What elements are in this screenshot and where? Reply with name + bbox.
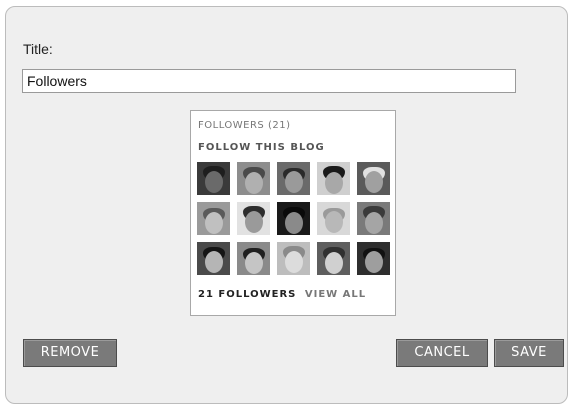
avatar-face [204, 251, 223, 273]
avatar-face [244, 252, 263, 274]
title-input[interactable] [22, 69, 516, 93]
avatar-face [284, 251, 303, 273]
followers-widget-preview: FOLLOWERS (21) FOLLOW THIS BLOG 21 FOLLO… [190, 110, 396, 316]
avatar-face [284, 171, 303, 193]
avatar-face [244, 211, 263, 233]
follower-avatar[interactable] [237, 162, 270, 195]
follower-avatar[interactable] [357, 242, 390, 275]
avatar-face [364, 171, 383, 193]
avatar-face [324, 252, 343, 274]
avatar-face [364, 212, 383, 234]
avatar-face [244, 172, 263, 194]
followers-count: 21 FOLLOWERS [198, 289, 297, 300]
remove-button[interactable]: REMOVE [23, 339, 117, 367]
view-all-link[interactable]: VIEW ALL [305, 289, 366, 300]
follower-avatar[interactable] [197, 202, 230, 235]
avatar-face [324, 211, 343, 233]
follower-avatar[interactable] [237, 202, 270, 235]
widget-config-dialog: Title: FOLLOWERS (21) FOLLOW THIS BLOG 2… [5, 6, 568, 404]
avatar-face [284, 212, 303, 234]
title-label: Title: [23, 41, 53, 57]
follower-avatar[interactable] [277, 242, 310, 275]
followers-footer: 21 FOLLOWERS VIEW ALL [198, 289, 366, 300]
follow-this-blog-link[interactable]: FOLLOW THIS BLOG [198, 142, 325, 153]
follower-avatar-grid [197, 162, 390, 275]
save-button[interactable]: SAVE [494, 339, 564, 367]
follower-avatar[interactable] [317, 202, 350, 235]
follower-avatar[interactable] [277, 202, 310, 235]
follower-avatar[interactable] [357, 162, 390, 195]
avatar-face [364, 251, 383, 273]
follower-avatar[interactable] [277, 162, 310, 195]
avatar-face [324, 172, 343, 194]
cancel-button[interactable]: CANCEL [396, 339, 488, 367]
follower-avatar[interactable] [237, 242, 270, 275]
follower-avatar[interactable] [357, 202, 390, 235]
follower-avatar[interactable] [197, 242, 230, 275]
avatar-face [204, 171, 223, 193]
followers-heading: FOLLOWERS (21) [198, 120, 291, 131]
follower-avatar[interactable] [197, 162, 230, 195]
avatar-face [204, 212, 223, 234]
follower-avatar[interactable] [317, 162, 350, 195]
follower-avatar[interactable] [317, 242, 350, 275]
